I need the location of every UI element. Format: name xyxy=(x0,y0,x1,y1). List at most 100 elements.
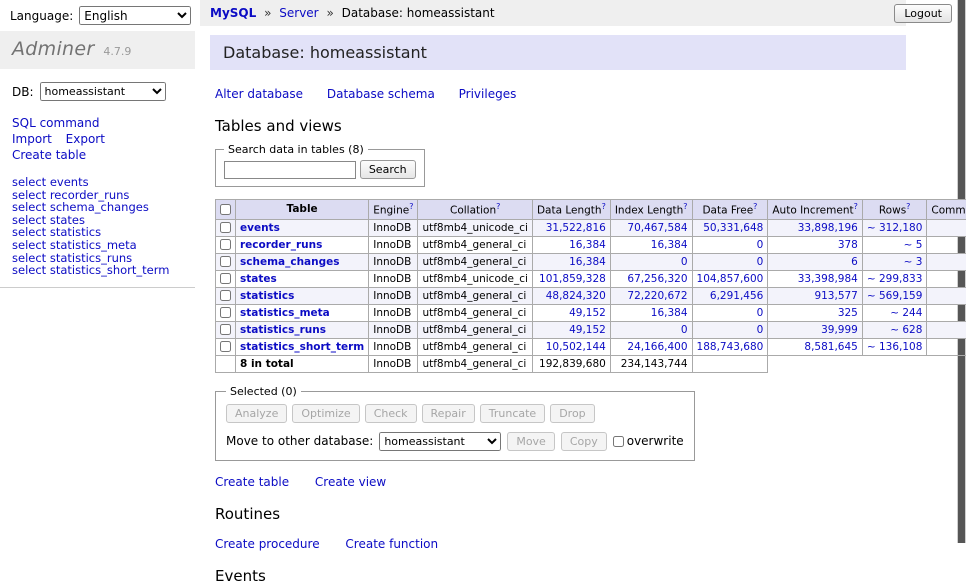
sidebar-create-table-link[interactable]: Create table xyxy=(12,148,86,162)
drop-button[interactable]: Drop xyxy=(550,404,594,423)
table-name-link[interactable]: recorder_runs xyxy=(240,239,322,251)
index-length-link[interactable]: 0 xyxy=(681,324,688,336)
table-name-link[interactable]: events xyxy=(240,222,280,234)
table-name-link[interactable]: statistics_short_term xyxy=(240,341,364,353)
help-icon[interactable]: ? xyxy=(496,202,500,211)
data-length-link[interactable]: 48,824,320 xyxy=(546,290,606,302)
overwrite-option[interactable]: overwrite xyxy=(613,434,684,448)
move-button[interactable]: Move xyxy=(507,432,555,451)
data-length-link[interactable]: 10,502,144 xyxy=(546,341,606,353)
language-select[interactable]: English xyxy=(79,6,191,25)
index-length-link[interactable]: 0 xyxy=(681,256,688,268)
copy-button[interactable]: Copy xyxy=(561,432,607,451)
database-schema-link[interactable]: Database schema xyxy=(327,87,435,101)
engine-cell: InnoDB xyxy=(369,253,418,270)
data-free-link[interactable]: 6,291,456 xyxy=(710,290,763,302)
data-length-link[interactable]: 16,384 xyxy=(569,256,606,268)
row-checkbox[interactable] xyxy=(220,222,231,233)
row-checkbox[interactable] xyxy=(220,307,231,318)
table-name-link[interactable]: statistics xyxy=(240,290,294,302)
auto-increment-link[interactable]: 6 xyxy=(851,256,858,268)
rows-count-link[interactable]: ~ 3 xyxy=(904,256,923,268)
create-table-link[interactable]: Create table xyxy=(215,475,289,489)
auto-increment-link[interactable]: 378 xyxy=(838,239,858,251)
create-view-link[interactable]: Create view xyxy=(315,475,386,489)
database-actions: Alter database Database schema Privilege… xyxy=(215,87,906,101)
truncate-button[interactable]: Truncate xyxy=(480,404,545,423)
help-icon[interactable]: ? xyxy=(906,202,910,211)
create-function-link[interactable]: Create function xyxy=(345,537,438,551)
rows-count-link[interactable]: ~ 5 xyxy=(904,239,923,251)
data-free-link[interactable]: 0 xyxy=(757,307,764,319)
help-icon[interactable]: ? xyxy=(409,202,413,211)
row-checkbox[interactable] xyxy=(220,239,231,250)
create-procedure-link[interactable]: Create procedure xyxy=(215,537,320,551)
db-select[interactable]: homeassistant xyxy=(40,82,166,101)
collation-cell: utf8mb4_general_ci xyxy=(418,236,532,253)
rows-count-link[interactable]: ~ 312,180 xyxy=(867,222,923,234)
logout-button[interactable]: Logout xyxy=(894,4,952,23)
table-name-link[interactable]: states xyxy=(240,273,277,285)
analyze-button[interactable]: Analyze xyxy=(226,404,287,423)
search-input[interactable] xyxy=(224,161,356,179)
rows-count-link[interactable]: ~ 628 xyxy=(890,324,922,336)
repair-button[interactable]: Repair xyxy=(422,404,475,423)
data-length-link[interactable]: 16,384 xyxy=(569,239,606,251)
table-name-link[interactable]: schema_changes xyxy=(240,256,340,268)
help-icon[interactable]: ? xyxy=(753,202,757,211)
index-length-link[interactable]: 70,467,584 xyxy=(627,222,687,234)
table-name-link[interactable]: statistics_meta xyxy=(240,307,330,319)
search-button[interactable]: Search xyxy=(360,160,416,179)
alter-database-link[interactable]: Alter database xyxy=(215,87,303,101)
sidebar-import-link[interactable]: Import xyxy=(12,132,52,146)
data-length-link[interactable]: 31,522,816 xyxy=(546,222,606,234)
data-free-link[interactable]: 0 xyxy=(757,256,764,268)
help-icon[interactable]: ? xyxy=(683,202,687,211)
help-icon[interactable]: ? xyxy=(602,202,606,211)
index-length-link[interactable]: 72,220,672 xyxy=(627,290,687,302)
index-length-link[interactable]: 24,166,400 xyxy=(627,341,687,353)
index-length-link[interactable]: 16,384 xyxy=(651,239,688,251)
rows-count-link[interactable]: ~ 569,159 xyxy=(867,290,923,302)
row-checkbox[interactable] xyxy=(220,290,231,301)
overwrite-checkbox[interactable] xyxy=(613,436,624,447)
rows-count-link[interactable]: ~ 299,833 xyxy=(867,273,923,285)
data-length-link[interactable]: 49,152 xyxy=(569,307,606,319)
select-all-checkbox[interactable] xyxy=(220,204,231,215)
auto-increment-link[interactable]: 325 xyxy=(838,307,858,319)
data-length-link[interactable]: 49,152 xyxy=(569,324,606,336)
rows-count-link[interactable]: ~ 136,108 xyxy=(867,341,923,353)
auto-increment-link[interactable]: 913,577 xyxy=(814,290,857,302)
table-name-link[interactable]: statistics_runs xyxy=(240,324,326,336)
row-checkbox[interactable] xyxy=(220,324,231,335)
col-header-table: Table xyxy=(236,200,369,220)
auto-increment-link[interactable]: 8,581,645 xyxy=(804,341,857,353)
data-free-link[interactable]: 50,331,648 xyxy=(703,222,763,234)
help-icon[interactable]: ? xyxy=(854,202,858,211)
data-free-link[interactable]: 104,857,600 xyxy=(697,273,764,285)
sidebar-sql-command-link[interactable]: SQL command xyxy=(12,116,99,130)
rows-count-link[interactable]: ~ 244 xyxy=(890,307,922,319)
row-checkbox[interactable] xyxy=(220,341,231,352)
index-length-link[interactable]: 16,384 xyxy=(651,307,688,319)
search-fieldset: Search data in tables (8) Search xyxy=(215,143,425,187)
data-length-link[interactable]: 101,859,328 xyxy=(539,273,606,285)
auto-increment-link[interactable]: 33,398,984 xyxy=(798,273,858,285)
check-button[interactable]: Check xyxy=(365,404,417,423)
move-db-select[interactable]: homeassistant xyxy=(379,432,501,451)
breadcrumb-server-link[interactable]: Server xyxy=(279,6,318,20)
auto-increment-link[interactable]: 39,999 xyxy=(821,324,858,336)
auto-increment-link[interactable]: 33,898,196 xyxy=(798,222,858,234)
data-free-link[interactable]: 0 xyxy=(757,324,764,336)
index-length-link[interactable]: 67,256,320 xyxy=(627,273,687,285)
privileges-link[interactable]: Privileges xyxy=(459,87,517,101)
row-checkbox[interactable] xyxy=(220,256,231,267)
sidebar-item-select-statistics-short-term[interactable]: select statistics_short_term xyxy=(12,263,169,277)
breadcrumb-mysql-link[interactable]: MySQL xyxy=(210,6,256,20)
sidebar-export-link[interactable]: Export xyxy=(66,132,105,146)
collation-cell: utf8mb4_general_ci xyxy=(418,338,532,355)
data-free-link[interactable]: 0 xyxy=(757,239,764,251)
optimize-button[interactable]: Optimize xyxy=(292,404,359,423)
row-checkbox[interactable] xyxy=(220,273,231,284)
data-free-link[interactable]: 188,743,680 xyxy=(697,341,764,353)
